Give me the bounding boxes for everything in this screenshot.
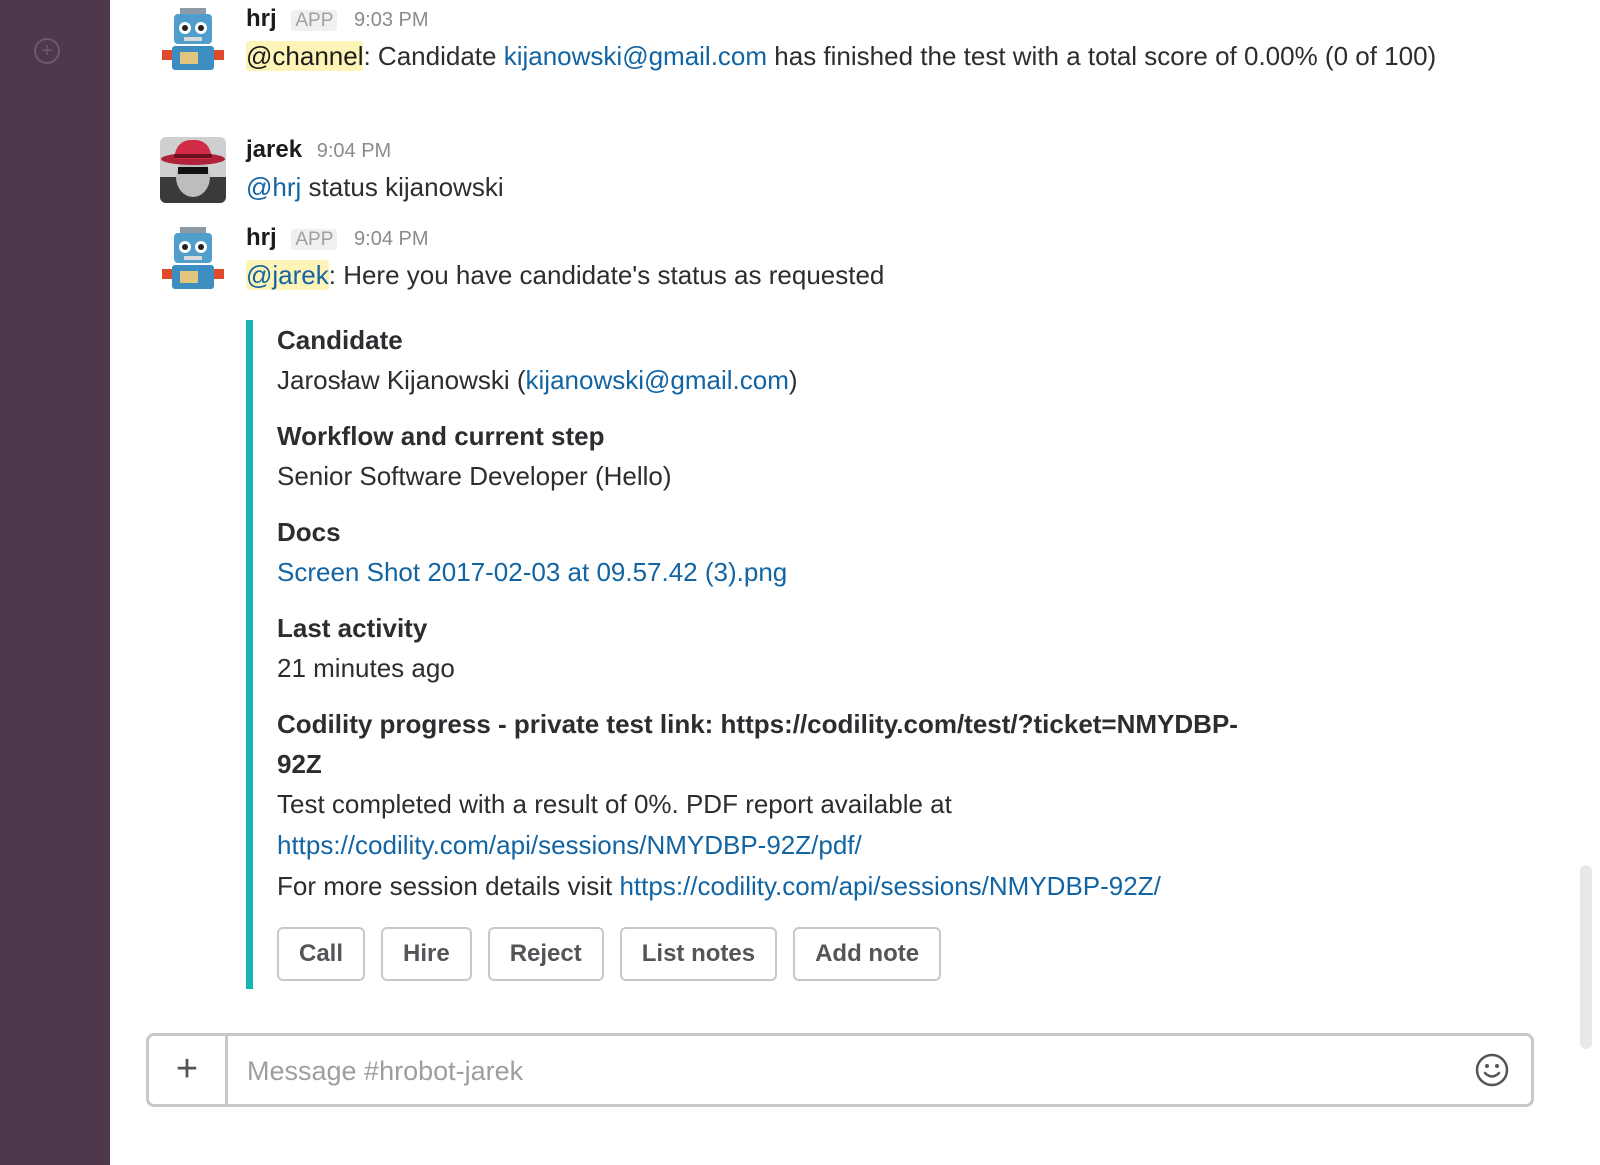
message-item: hrj APP 9:03 PM @channel: Candidate kija… <box>160 2 1460 77</box>
field-value: Jarosław Kijanowski (kijanowski@gmail.co… <box>277 360 1357 401</box>
app-badge: APP <box>291 229 338 250</box>
smiley-icon[interactable] <box>1475 1053 1509 1087</box>
add-note-button[interactable]: Add note <box>793 927 942 981</box>
author-name[interactable]: hrj <box>246 5 277 32</box>
field-workflow: Workflow and current step Senior Softwar… <box>277 416 1357 497</box>
user-mention[interactable]: @hrj <box>246 172 301 202</box>
message-text: @jarek: Here you have candidate's status… <box>246 255 1460 296</box>
user-mention[interactable]: @jarek <box>246 260 329 290</box>
app-badge: APP <box>291 10 338 31</box>
text-fragment: : Here you have candidate's status as re… <box>328 260 885 290</box>
text-fragment: ) <box>788 365 798 395</box>
scrollbar[interactable] <box>1580 865 1592 1049</box>
email-link[interactable]: kijanowski@gmail.com <box>504 41 767 71</box>
robot-avatar[interactable] <box>160 225 226 291</box>
timestamp[interactable]: 9:03 PM <box>354 9 428 31</box>
candidate-name: Jarosław Kijanowski ( <box>277 365 526 395</box>
list-notes-button[interactable]: List notes <box>619 927 778 981</box>
field-candidate: Candidate Jarosław Kijanowski (kijanowsk… <box>277 320 1357 401</box>
message-attachment: Candidate Jarosław Kijanowski (kijanowsk… <box>246 320 1357 989</box>
action-buttons: Call Hire Reject List notes Add note <box>277 927 1357 989</box>
channel-mention[interactable]: @channel <box>246 41 364 71</box>
field-value: Test completed with a result of 0%. PDF … <box>277 784 1357 907</box>
text-fragment: has finished the test with a total score… <box>767 41 1437 71</box>
text-fragment: : Candidate <box>363 41 504 71</box>
robot-avatar[interactable] <box>160 6 226 72</box>
timestamp[interactable]: 9:04 PM <box>354 228 428 250</box>
field-value: Screen Shot 2017-02-03 at 09.57.42 (3).p… <box>277 552 1357 593</box>
field-title: Candidate <box>277 325 403 355</box>
field-last-activity: Last activity 21 minutes ago <box>277 608 1357 689</box>
plus-icon[interactable]: + <box>149 1036 228 1104</box>
message-item: jarek 9:04 PM @hrj status kijanowski <box>160 133 1460 208</box>
email-link[interactable]: kijanowski@gmail.com <box>526 365 789 395</box>
field-value: Senior Software Developer (Hello) <box>277 461 672 491</box>
call-button[interactable]: Call <box>277 927 366 981</box>
timestamp[interactable]: 9:04 PM <box>317 140 391 162</box>
hire-button[interactable]: Hire <box>381 927 472 981</box>
text-fragment: For more session details visit <box>277 871 620 901</box>
message-text: @channel: Candidate kijanowski@gmail.com… <box>246 36 1460 77</box>
message-input[interactable] <box>245 1036 1429 1106</box>
field-title: Last activity <box>277 613 428 643</box>
author-name[interactable]: hrj <box>246 224 277 251</box>
user-avatar[interactable] <box>160 137 226 203</box>
field-title: Workflow and current step <box>277 421 605 451</box>
field-docs: Docs Screen Shot 2017-02-03 at 09.57.42 … <box>277 512 1357 593</box>
field-codility: Codility progress - private test link: h… <box>277 704 1357 907</box>
workspace-sidebar: + <box>0 0 110 1165</box>
message-item: hrj APP 9:04 PM @jarek: Here you have ca… <box>160 221 1460 296</box>
field-title: Codility progress - private test link: h… <box>277 709 1238 779</box>
field-title: Docs <box>277 517 341 547</box>
message-text: @hrj status kijanowski <box>246 167 1460 208</box>
doc-file-link[interactable]: Screen Shot 2017-02-03 at 09.57.42 (3).p… <box>277 557 787 587</box>
session-details-link[interactable]: https://codility.com/api/sessions/NMYDBP… <box>619 871 1160 901</box>
author-name[interactable]: jarek <box>246 136 302 163</box>
text-line: Test completed with a result of 0%. PDF … <box>277 789 952 819</box>
text-fragment: status kijanowski <box>301 172 504 202</box>
add-circle-icon[interactable]: + <box>34 38 60 64</box>
field-value: 21 minutes ago <box>277 653 455 683</box>
pdf-report-link[interactable]: https://codility.com/api/sessions/NMYDBP… <box>277 830 862 860</box>
reject-button[interactable]: Reject <box>487 927 604 981</box>
message-composer: + <box>146 1033 1534 1107</box>
